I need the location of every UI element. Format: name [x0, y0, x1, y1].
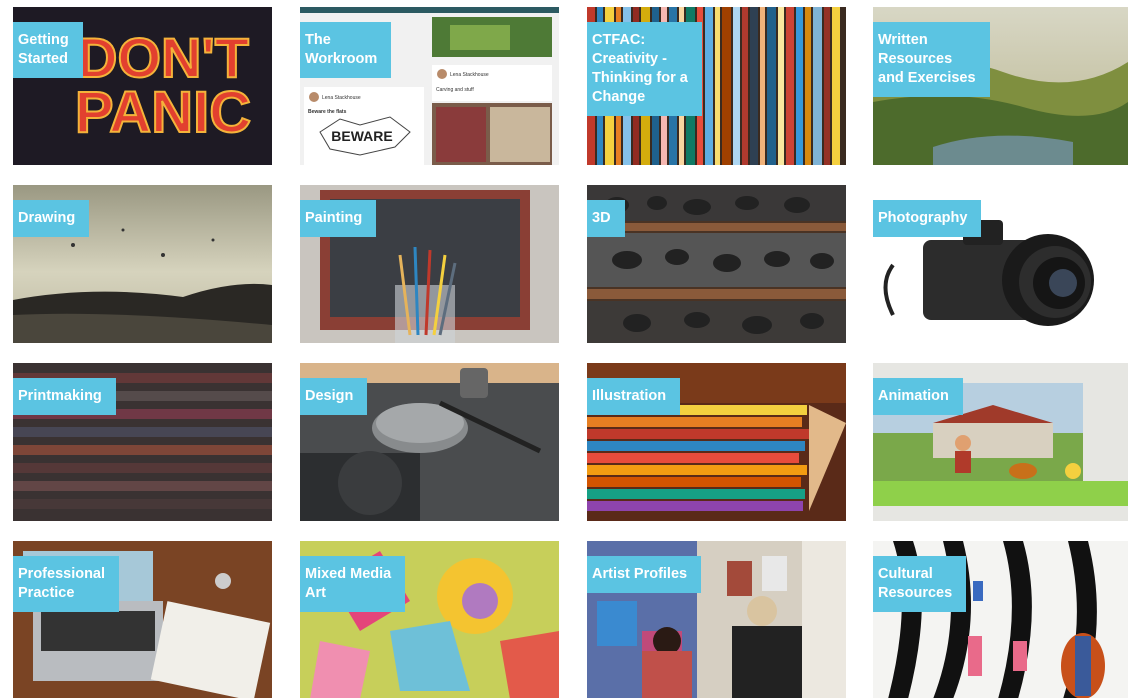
clay-pieces-shelf-image — [587, 185, 846, 343]
svg-text:Lena Stackhouse: Lena Stackhouse — [322, 95, 361, 101]
tile-drawing[interactable]: Drawing — [13, 185, 272, 343]
tile-3d[interactable]: 3D — [587, 185, 846, 343]
tile-label[interactable]: Professional Practice — [13, 556, 120, 612]
tile-illustration[interactable]: Illustration — [587, 363, 846, 521]
tile-painting[interactable]: Painting — [300, 185, 559, 343]
tile-label[interactable]: Artist Profiles — [587, 556, 702, 593]
tile-label[interactable]: Mixed Media Art — [300, 556, 406, 612]
tile-design[interactable]: Design — [300, 363, 559, 521]
svg-text:Beware the flats: Beware the flats — [308, 109, 347, 115]
tile-professional-practice[interactable]: Professional Practice — [13, 541, 272, 698]
tile-label[interactable]: Design — [300, 378, 368, 415]
tile-printmaking[interactable]: Printmaking — [13, 363, 272, 521]
tile-animation[interactable]: Animation — [873, 363, 1128, 521]
tile-label[interactable]: Illustration — [587, 378, 681, 415]
tile-ctfac[interactable]: CTFAC: Creativity - Thinking for a Chang… — [587, 7, 846, 165]
tile-label[interactable]: Drawing — [13, 200, 90, 237]
tile-label[interactable]: Getting Started — [13, 22, 83, 78]
svg-text:Lena Stackhouse: Lena Stackhouse — [450, 72, 489, 78]
tile-label[interactable]: Animation — [873, 378, 963, 415]
tile-photography[interactable]: Photography — [873, 185, 1128, 343]
tile-written-resources[interactable]: Written Resources and Exercises — [873, 7, 1128, 165]
tile-label[interactable]: Painting — [300, 200, 377, 237]
tile-label[interactable]: Printmaking — [13, 378, 116, 415]
tile-cultural-resources[interactable]: Cultural Resources — [873, 541, 1128, 698]
dont-panic-line2: PANIC — [75, 80, 251, 145]
tile-label[interactable]: 3D — [587, 200, 625, 237]
tile-mixed-media-art[interactable]: Mixed Media Art — [300, 541, 559, 698]
tile-label[interactable]: Cultural Resources — [873, 556, 967, 612]
tile-getting-started[interactable]: DON'T PANIC Getting Started — [13, 7, 272, 165]
category-grid: DON'T PANIC Getting Started Lena Stackho… — [0, 0, 1128, 698]
svg-text:BEWARE: BEWARE — [331, 128, 392, 144]
tile-label[interactable]: The Workroom — [300, 22, 392, 78]
tile-artist-profiles[interactable]: Artist Profiles — [587, 541, 846, 698]
tile-label[interactable]: Written Resources and Exercises — [873, 22, 990, 97]
tile-label[interactable]: Photography — [873, 200, 982, 237]
tile-the-workroom[interactable]: Lena Stackhouse Beware the flats BEWARE … — [300, 7, 559, 165]
svg-text:Carving and stuff: Carving and stuff — [436, 87, 474, 93]
tile-label[interactable]: CTFAC: Creativity - Thinking for a Chang… — [587, 22, 702, 116]
